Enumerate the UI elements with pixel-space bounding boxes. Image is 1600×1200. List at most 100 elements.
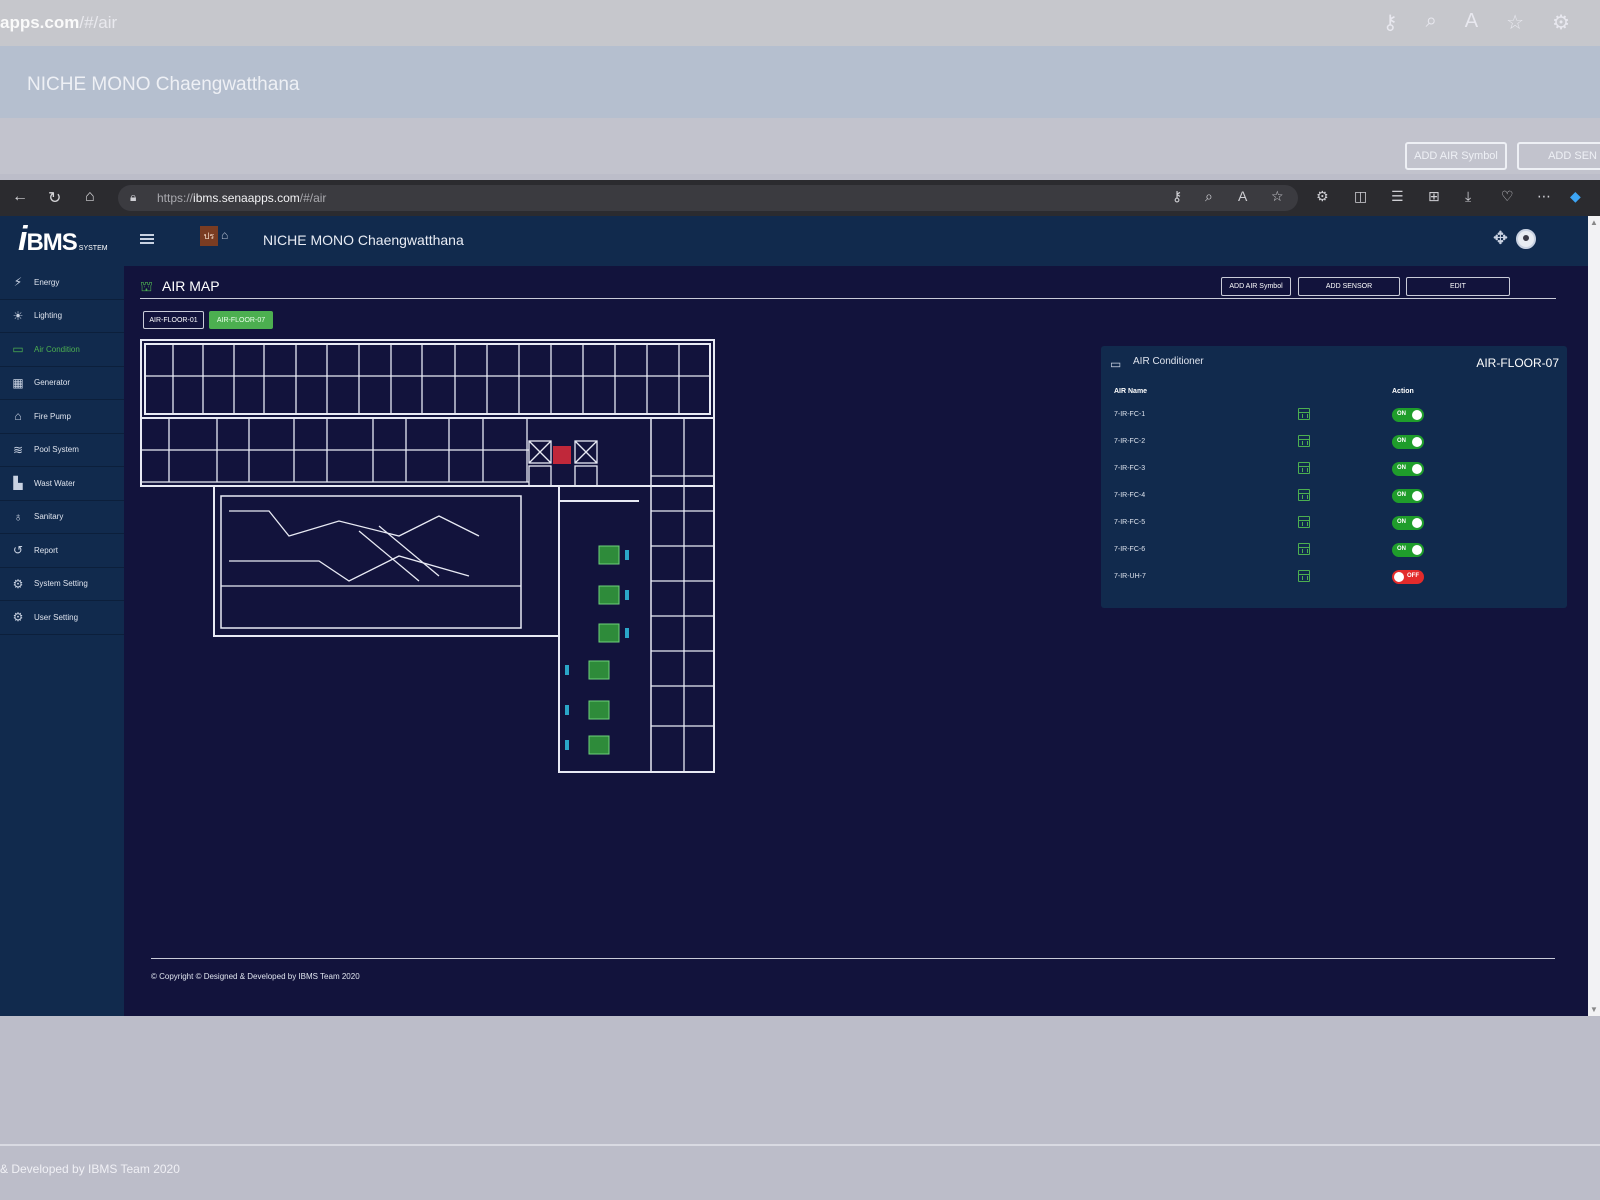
read-aloud-icon[interactable]: A (1238, 188, 1247, 204)
bolt-icon: ⚡︎ (13, 275, 23, 290)
browser-toolbar: ← ↻ ⌂ 🔒︎ https://ibms.senaapps.com/#/air… (0, 180, 1600, 216)
download-icon[interactable]: ⤓ (1465, 188, 1471, 205)
sidebar-item-wast-water[interactable]: ▙ Wast Water (0, 467, 124, 501)
sidebar-item-label: Wast Water (34, 478, 76, 488)
pool-icon: ≋ (12, 442, 24, 457)
background-divider (0, 1144, 1600, 1146)
sidebar-item-generator[interactable]: ▦ Generator (0, 367, 124, 400)
sidebar-item-label: Air Condition (34, 344, 80, 354)
sidebar-item-pool-system[interactable]: ≋ Pool System (0, 434, 124, 467)
background-add-sensor-button: ADD SEN (1517, 142, 1600, 170)
sidebar-item-sanitary[interactable]: ♁ Sanitary (0, 501, 124, 534)
footer-divider (151, 958, 1555, 959)
background-toolbar-icons: ⚷ ⌕ A ☆ ⚙ (1383, 10, 1570, 35)
sidebar-item-user-setting[interactable]: ⚙ User Setting (0, 601, 124, 635)
background-band (0, 118, 1600, 174)
power-toggle[interactable]: ON (1392, 462, 1424, 476)
power-toggle[interactable]: ON (1392, 489, 1424, 503)
health-icon[interactable]: ♡ (1501, 188, 1514, 205)
air-name: 7-IR-FC-5 (1114, 519, 1146, 526)
sanitary-icon: ♁ (13, 509, 23, 524)
history-icon: ↺ (12, 543, 24, 558)
calendar-icon[interactable] (1298, 516, 1310, 528)
background-add-air-button: ADD AIR Symbol (1405, 142, 1507, 170)
sidebar-item-label: User Setting (34, 612, 79, 622)
sidebar-item-label: Lighting (34, 311, 63, 321)
sidebar-item-label: Generator (34, 378, 71, 388)
background-url: apps.com/#/air (0, 13, 118, 32)
background-title: NICHE MONO Chaengwatthana (27, 74, 300, 95)
calendar-icon[interactable] (1298, 462, 1310, 474)
air-name: 7-IR-FC-3 (1114, 465, 1146, 472)
calendar-icon[interactable] (1298, 408, 1310, 420)
fire-pump-icon: ⌂ (14, 409, 22, 424)
address-url[interactable]: https://ibms.senaapps.com/#/air (157, 191, 326, 205)
user-settings-icon: ⚙ (12, 610, 24, 625)
calendar-icon[interactable] (1298, 543, 1310, 555)
extensions-icon[interactable]: ⚙ (1316, 188, 1329, 205)
air-name: 7-IR-FC-4 (1114, 492, 1146, 499)
zoom-icon[interactable]: ⌕ (1205, 188, 1213, 205)
scroll-up-icon[interactable]: ▲ (1590, 218, 1598, 227)
home-icon[interactable]: ⌂ (85, 188, 95, 206)
split-screen-icon[interactable]: ◫ (1354, 188, 1367, 205)
main-content: ⛫ AIR MAP ADD AIR Symbol ADD SENSOR EDIT… (124, 266, 1588, 1016)
fullscreen-icon[interactable]: ✥ (1493, 228, 1508, 249)
extensions-icon: ⚙ (1552, 12, 1570, 34)
reload-icon[interactable]: ↻ (48, 188, 61, 208)
page-title: NICHE MONO Chaengwatthana (263, 232, 464, 248)
sidebar-item-energy[interactable]: ⚡︎ Energy (0, 266, 124, 300)
sidebar-item-label: Fire Pump (34, 411, 71, 421)
key-icon[interactable]: ⚷ (1172, 188, 1182, 205)
calendar-icon[interactable] (1298, 435, 1310, 447)
avatar[interactable] (1516, 229, 1536, 249)
table-row: 7-IR-FC-6 ON (1101, 541, 1567, 568)
air-conditioner-panel: ▭ AIR Conditioner AIR-FLOOR-07 AIR Name … (1101, 346, 1567, 608)
air-name: 7-IR-FC-1 (1114, 411, 1146, 418)
sidebar-item-label: Energy (34, 277, 60, 287)
add-air-symbol-button[interactable]: ADD AIR Symbol (1221, 277, 1291, 296)
column-header-action: Action (1392, 388, 1414, 395)
scroll-down-icon[interactable]: ▼ (1590, 1005, 1598, 1014)
app-header: ปร ⌂ NICHE MONO Chaengwatthana ✥ (124, 216, 1588, 266)
power-toggle[interactable]: ON (1392, 408, 1424, 422)
table-row: 7-IR-UH-7 OFF (1101, 568, 1567, 595)
panel-title: AIR Conditioner (1133, 356, 1204, 367)
collections-icon[interactable]: ⊞ (1428, 188, 1440, 205)
bulb-icon: ☀ (12, 308, 24, 323)
water-icon: ▙ (13, 476, 23, 491)
favorites-list-icon[interactable]: ☰ (1391, 188, 1404, 205)
copyright: © Copyright © Designed & Developed by IB… (151, 972, 360, 981)
edit-button[interactable]: EDIT (1406, 277, 1510, 296)
column-header-name: AIR Name (1114, 388, 1148, 395)
back-icon[interactable]: ← (12, 188, 28, 206)
more-icon[interactable]: ⋯ (1537, 188, 1551, 205)
tab-air-floor-07[interactable]: AIR-FLOOR-07 (209, 311, 273, 329)
table-row: 7-IR-FC-3 ON (1101, 460, 1567, 487)
power-toggle[interactable]: OFF (1392, 570, 1424, 584)
power-toggle[interactable]: ON (1392, 516, 1424, 530)
sidebar-item-lighting[interactable]: ☀ Lighting (0, 300, 124, 333)
sidebar-item-report[interactable]: ↺ Report (0, 534, 124, 568)
copilot-icon[interactable]: ◆ (1570, 188, 1581, 205)
sidebar-item-system-setting[interactable]: ⚙ System Setting (0, 568, 124, 601)
address-bar[interactable]: 🔒︎ https://ibms.senaapps.com/#/air (118, 185, 1298, 211)
lock-icon: 🔒︎ (130, 190, 137, 204)
calendar-icon[interactable] (1298, 570, 1310, 582)
ibms-logo[interactable]: iBMS SYSTEM (18, 220, 108, 259)
tab-air-floor-01[interactable]: AIR-FLOOR-01 (143, 311, 204, 329)
scrollbar[interactable]: ▲ ▼ (1588, 216, 1600, 1016)
zoom-icon: ⌕ (1425, 10, 1437, 32)
settings-icon: ⚙ (12, 576, 24, 591)
favorite-icon[interactable]: ☆ (1271, 188, 1284, 205)
power-toggle[interactable]: ON (1392, 435, 1424, 449)
sidebar-item-label: System Setting (34, 579, 88, 589)
menu-toggle-icon[interactable] (140, 234, 154, 244)
power-toggle[interactable]: ON (1392, 543, 1424, 557)
add-sensor-button[interactable]: ADD SENSOR (1298, 277, 1400, 296)
calendar-icon[interactable] (1298, 489, 1310, 501)
sidebar-menu: ⚡︎ Energy ☀ Lighting ▭ Air Condition ▦ Gener… (0, 266, 124, 635)
section-title: AIR MAP (162, 278, 220, 294)
sidebar-item-air-condition[interactable]: ▭ Air Condition (0, 333, 124, 367)
sidebar-item-fire-pump[interactable]: ⌂ Fire Pump (0, 400, 124, 434)
